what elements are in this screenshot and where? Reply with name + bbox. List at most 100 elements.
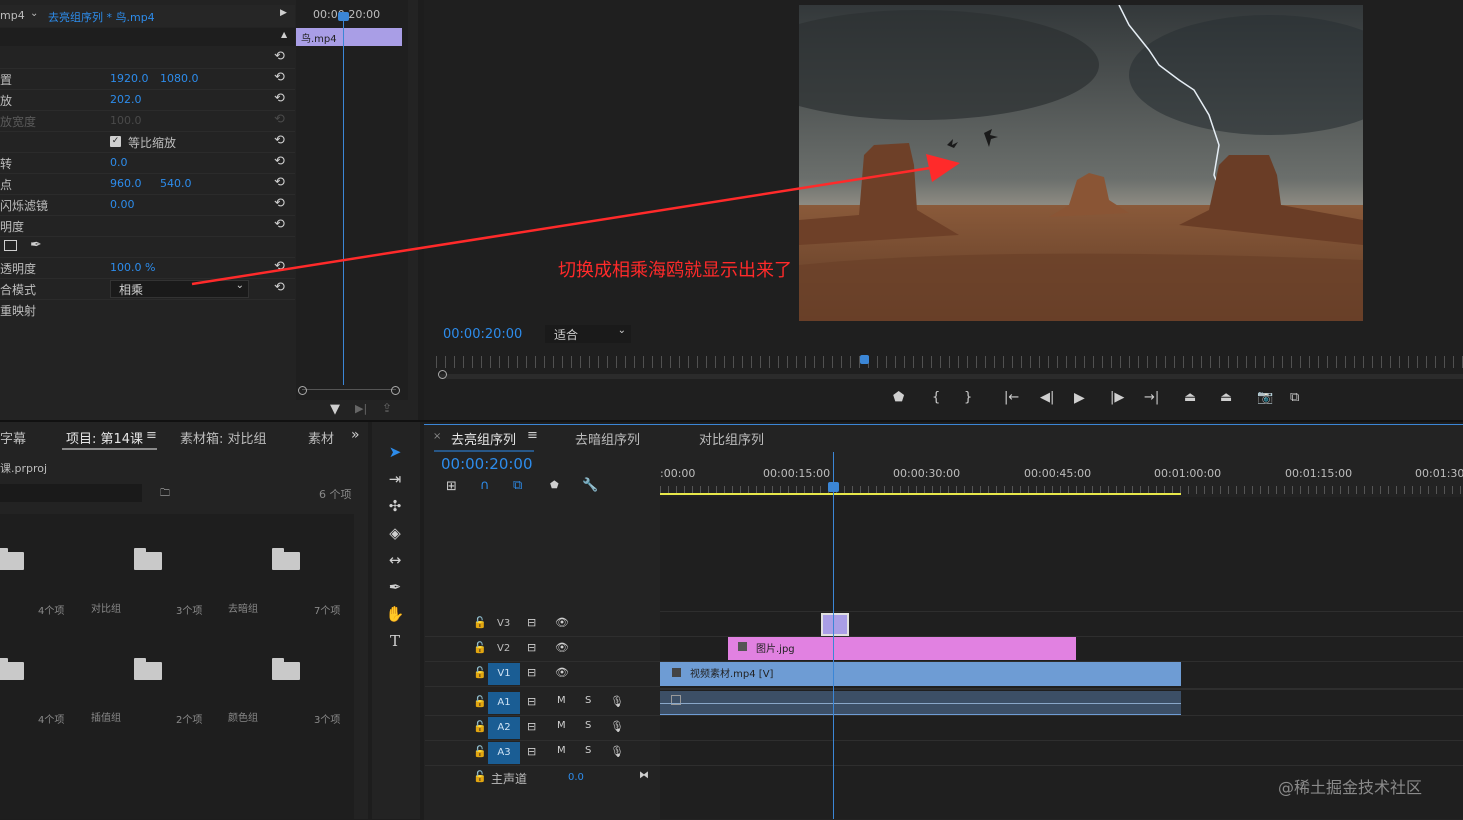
clip-video[interactable]: 视频素材.mp4 [V] xyxy=(660,662,1181,686)
sync-lock-icon[interactable]: ⊟ xyxy=(527,666,536,679)
ruler-label: 00:00:15:00 xyxy=(763,467,831,480)
program-playhead-marker[interactable] xyxy=(860,355,869,364)
go-to-out-icon[interactable]: →| xyxy=(1144,390,1159,405)
eye-icon[interactable]: 👁 xyxy=(555,666,569,679)
sync-lock-icon[interactable]: ⊟ xyxy=(527,745,536,758)
lock-icon[interactable]: 🔓 xyxy=(473,745,487,758)
lift-icon[interactable]: ⏏ xyxy=(1184,390,1196,405)
eye-icon[interactable]: 👁 xyxy=(555,641,569,654)
project-search-input[interactable] xyxy=(0,484,142,502)
go-to-end-icon[interactable]: ⧓ xyxy=(639,770,649,781)
zoom-select[interactable]: 适合 ⌄ xyxy=(545,325,631,343)
panel-menu-icon[interactable]: ≡ xyxy=(527,428,538,443)
clip-bird-v3[interactable] xyxy=(821,613,849,636)
nest-icon[interactable]: ⊞ xyxy=(446,479,457,494)
step-forward-icon[interactable]: |▶ xyxy=(1110,390,1124,405)
clip-image[interactable]: 图片.jpg xyxy=(728,637,1076,660)
solo-button[interactable]: S xyxy=(585,695,591,706)
audio-waveform-line xyxy=(660,703,1181,704)
panel-menu-icon[interactable]: ≡ xyxy=(146,428,157,443)
ripple-edit-tool-icon[interactable]: ✣ xyxy=(385,496,405,516)
folder-icon[interactable] xyxy=(272,658,300,680)
tab-media[interactable]: 素材 xyxy=(308,428,334,447)
folder-icon[interactable] xyxy=(134,548,162,570)
pen-tool-icon[interactable]: ✒ xyxy=(385,577,405,597)
more-tabs-icon[interactable]: » xyxy=(351,427,360,443)
track-lane xyxy=(660,740,1463,741)
master-track-label: 主声道 xyxy=(491,772,528,786)
lock-icon[interactable]: 🔓 xyxy=(473,720,487,733)
timeline-playhead[interactable] xyxy=(833,452,834,819)
solo-button[interactable]: S xyxy=(585,720,591,731)
clip-audio-a1[interactable] xyxy=(660,691,1181,715)
play-icon[interactable]: ▶ xyxy=(1074,390,1085,406)
solo-button[interactable]: S xyxy=(585,745,591,756)
razor-tool-icon[interactable]: ◈ xyxy=(385,523,405,543)
track-lane xyxy=(660,688,1463,690)
lock-icon[interactable]: 🔓 xyxy=(473,695,487,708)
add-marker-icon[interactable]: ⬟ xyxy=(893,390,904,405)
folder-icon[interactable] xyxy=(272,548,300,570)
slip-tool-icon[interactable]: ↔ xyxy=(385,550,405,570)
zoom-bar-handle[interactable] xyxy=(438,370,447,379)
wrench-icon[interactable]: 🔧 xyxy=(582,478,598,493)
master-volume-value[interactable]: 0.0 xyxy=(568,772,584,783)
extract-icon[interactable]: ⏏ xyxy=(1220,390,1232,405)
go-to-in-icon[interactable]: |← xyxy=(1004,390,1019,405)
timeline-timecode[interactable]: 00:00:20:00 xyxy=(441,455,533,473)
sync-lock-icon[interactable]: ⊟ xyxy=(527,720,536,733)
add-marker-icon[interactable]: ⬟ xyxy=(550,480,559,491)
mute-button[interactable]: M xyxy=(557,745,566,756)
folder-icon[interactable] xyxy=(134,658,162,680)
lock-icon[interactable]: 🔓 xyxy=(473,666,487,679)
hand-tool-icon[interactable]: ✋ xyxy=(385,604,405,624)
mark-in-icon[interactable]: { xyxy=(932,390,940,405)
mute-button[interactable]: M xyxy=(557,695,566,706)
microphone-icon[interactable]: 🎙 xyxy=(610,745,624,758)
program-zoom-bar[interactable] xyxy=(440,374,1463,379)
program-scrub-ruler[interactable] xyxy=(436,356,1463,368)
track-target-a3[interactable]: A3 xyxy=(488,742,520,764)
active-tab-underline xyxy=(62,448,157,450)
tab-project[interactable]: 项目: 第14课 xyxy=(66,428,143,447)
linked-selection-icon[interactable]: ⧉ xyxy=(513,478,522,493)
work-area-bar[interactable] xyxy=(660,493,1181,495)
track-target-a1[interactable]: A1 xyxy=(488,692,520,714)
close-tab-icon[interactable]: × xyxy=(433,431,441,442)
track-lane xyxy=(660,715,1463,716)
timeline-playhead-handle[interactable] xyxy=(828,482,839,492)
program-timecode[interactable]: 00:00:20:00 xyxy=(443,327,522,342)
camera-icon[interactable]: 📷 xyxy=(1257,390,1273,405)
lock-icon[interactable]: 🔓 xyxy=(473,770,487,783)
sync-lock-icon[interactable]: ⊟ xyxy=(527,616,536,629)
lock-icon[interactable]: 🔓 xyxy=(473,616,487,629)
track-select-tool-icon[interactable]: ⇥ xyxy=(385,469,405,489)
track-label: V3 xyxy=(497,618,511,629)
folder-icon[interactable] xyxy=(0,548,24,570)
new-bin-from-search-icon[interactable]: 🗀 xyxy=(160,486,170,503)
track-target-v1[interactable]: V1 xyxy=(488,663,520,685)
sync-lock-icon[interactable]: ⊟ xyxy=(527,695,536,708)
project-file-name: 课.prproj xyxy=(0,462,48,475)
tab-sequence-dark[interactable]: 去暗组序列 xyxy=(575,429,640,448)
microphone-icon[interactable]: 🎙 xyxy=(610,695,624,708)
compare-view-icon[interactable]: ⧉ xyxy=(1290,390,1299,405)
tab-captions[interactable]: 字幕 xyxy=(0,428,26,447)
tab-bin-compare[interactable]: 素材箱: 对比组 xyxy=(180,428,267,447)
snap-icon[interactable]: ∩ xyxy=(480,478,490,493)
lock-icon[interactable]: 🔓 xyxy=(473,641,487,654)
track-target-a2[interactable]: A2 xyxy=(488,717,520,739)
eye-icon[interactable]: 👁 xyxy=(555,616,569,629)
selection-tool-icon[interactable]: ➤ xyxy=(385,442,405,462)
type-tool-icon[interactable]: T xyxy=(385,631,405,651)
mute-button[interactable]: M xyxy=(557,720,566,731)
microphone-icon[interactable]: 🎙 xyxy=(610,720,624,733)
tab-sequence-bright[interactable]: 去亮组序列 xyxy=(451,429,516,448)
tab-sequence-compare[interactable]: 对比组序列 xyxy=(699,429,764,448)
track-header-a3: 🔓 A3 ⊟ M S 🎙 xyxy=(425,741,660,766)
sync-lock-icon[interactable]: ⊟ xyxy=(527,641,536,654)
folder-icon[interactable] xyxy=(0,658,24,680)
bin-count: 4个项 xyxy=(38,715,65,726)
step-back-icon[interactable]: ◀| xyxy=(1040,390,1054,405)
mark-out-icon[interactable]: } xyxy=(964,390,972,405)
